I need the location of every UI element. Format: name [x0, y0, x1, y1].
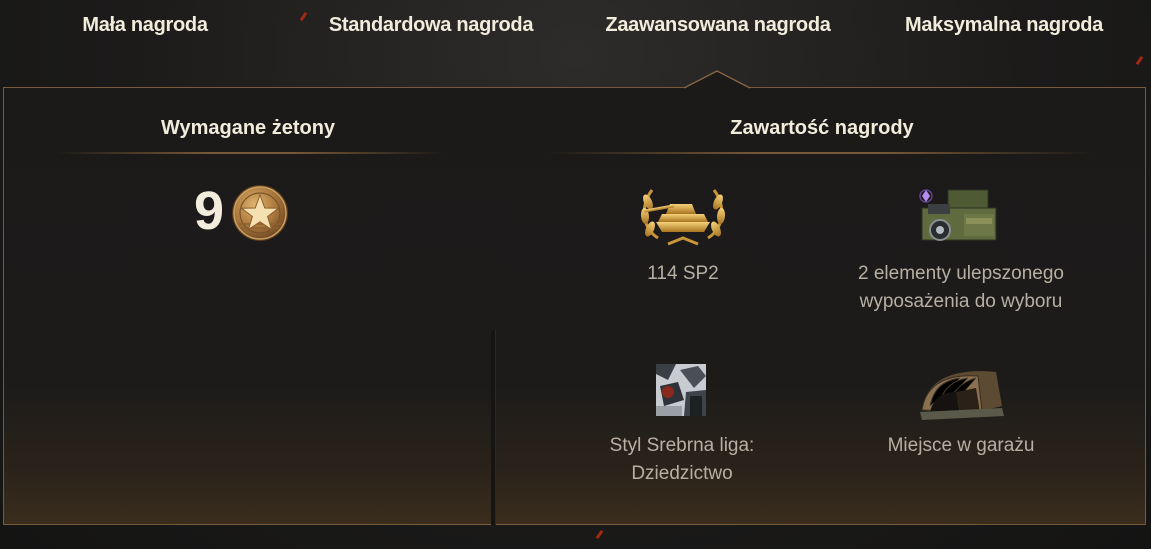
tab-zaawansowana-nagroda[interactable]: Zaawansowana nagroda: [602, 10, 834, 40]
tank-laurel-icon: [640, 189, 726, 246]
reward-label: Miejsce w garażu: [887, 435, 1035, 456]
column-divider: [491, 330, 495, 525]
section-separator: [546, 152, 1094, 154]
reward-contents-title: Zawartość nagrody: [730, 117, 914, 139]
spark-decoration: [595, 529, 604, 540]
star-token-icon: [232, 185, 288, 241]
tab-standardowa-nagroda[interactable]: Standardowa nagroda: [325, 10, 537, 40]
reward-label: 2 elementy ulepszonego wyposażenia do wy…: [858, 263, 1064, 312]
reward-label: Styl Srebrna liga: Dziedzictwo: [609, 435, 755, 484]
required-tokens-title: Wymagane żetony: [160, 117, 336, 139]
tab-mala-nagroda[interactable]: Mała nagroda: [72, 10, 218, 40]
equipment-crate-icon: [919, 189, 997, 241]
reward-label: 114 SP2: [647, 263, 719, 284]
style-paint-icon: [656, 364, 706, 416]
tab-maksymalna-nagroda[interactable]: Maksymalna nagroda: [900, 10, 1108, 40]
reward-tier-tabs: Mała nagroda Standardowa nagroda Zaawans…: [0, 0, 1151, 52]
token-count: 9: [193, 181, 225, 241]
spark-decoration: [1135, 55, 1144, 66]
active-tab-indicator-icon: [684, 70, 750, 89]
garage-hangar-icon: [920, 371, 1004, 420]
section-separator: [56, 152, 444, 154]
